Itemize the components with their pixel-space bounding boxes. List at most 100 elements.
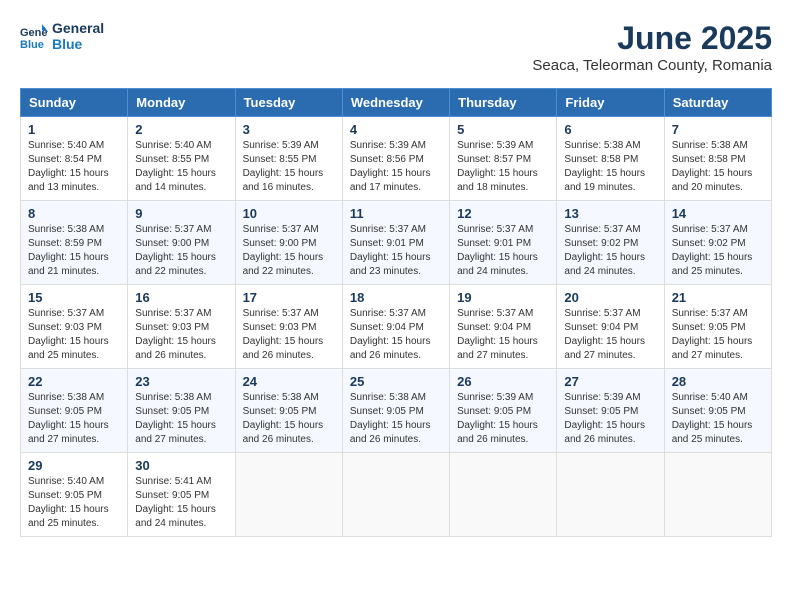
day-number: 10 <box>243 206 335 221</box>
day-cell-2: 2 Sunrise: 5:40 AM Sunset: 8:55 PM Dayli… <box>128 117 235 201</box>
logo-general: General <box>52 20 104 36</box>
weekday-header-row: Sunday Monday Tuesday Wednesday Thursday… <box>21 89 772 117</box>
day-number: 8 <box>28 206 120 221</box>
day-number: 25 <box>350 374 442 389</box>
week-row-5: 29 Sunrise: 5:40 AM Sunset: 9:05 PM Dayl… <box>21 453 772 537</box>
day-cell-3: 3 Sunrise: 5:39 AM Sunset: 8:55 PM Dayli… <box>235 117 342 201</box>
logo-icon: General Blue <box>20 22 48 50</box>
day-cell-12: 12 Sunrise: 5:37 AM Sunset: 9:01 PM Dayl… <box>450 201 557 285</box>
day-number: 12 <box>457 206 549 221</box>
week-row-3: 15 Sunrise: 5:37 AM Sunset: 9:03 PM Dayl… <box>21 285 772 369</box>
day-info: Sunrise: 5:40 AM Sunset: 9:05 PM Dayligh… <box>672 391 764 447</box>
day-info: Sunrise: 5:39 AM Sunset: 8:56 PM Dayligh… <box>350 139 442 195</box>
header-friday: Friday <box>557 89 664 117</box>
day-number: 7 <box>672 122 764 137</box>
day-info: Sunrise: 5:39 AM Sunset: 9:05 PM Dayligh… <box>457 391 549 447</box>
day-info: Sunrise: 5:37 AM Sunset: 9:01 PM Dayligh… <box>350 223 442 279</box>
day-number: 15 <box>28 290 120 305</box>
day-cell-28: 28 Sunrise: 5:40 AM Sunset: 9:05 PM Dayl… <box>664 369 771 453</box>
day-info: Sunrise: 5:39 AM Sunset: 8:57 PM Dayligh… <box>457 139 549 195</box>
day-cell-15: 15 Sunrise: 5:37 AM Sunset: 9:03 PM Dayl… <box>21 285 128 369</box>
day-number: 14 <box>672 206 764 221</box>
day-number: 30 <box>135 458 227 473</box>
day-cell-27: 27 Sunrise: 5:39 AM Sunset: 9:05 PM Dayl… <box>557 369 664 453</box>
month-title: June 2025 <box>532 20 772 57</box>
day-number: 2 <box>135 122 227 137</box>
day-info: Sunrise: 5:38 AM Sunset: 8:58 PM Dayligh… <box>672 139 764 195</box>
day-info: Sunrise: 5:40 AM Sunset: 8:55 PM Dayligh… <box>135 139 227 195</box>
day-number: 29 <box>28 458 120 473</box>
header-sunday: Sunday <box>21 89 128 117</box>
day-cell-7: 7 Sunrise: 5:38 AM Sunset: 8:58 PM Dayli… <box>664 117 771 201</box>
day-number: 22 <box>28 374 120 389</box>
day-number: 21 <box>672 290 764 305</box>
day-number: 16 <box>135 290 227 305</box>
day-cell-19: 19 Sunrise: 5:37 AM Sunset: 9:04 PM Dayl… <box>450 285 557 369</box>
day-number: 11 <box>350 206 442 221</box>
day-info: Sunrise: 5:37 AM Sunset: 9:03 PM Dayligh… <box>243 307 335 363</box>
day-cell-empty <box>450 453 557 537</box>
header-thursday: Thursday <box>450 89 557 117</box>
day-cell-empty <box>235 453 342 537</box>
day-info: Sunrise: 5:37 AM Sunset: 9:04 PM Dayligh… <box>564 307 656 363</box>
day-cell-6: 6 Sunrise: 5:38 AM Sunset: 8:58 PM Dayli… <box>557 117 664 201</box>
header-tuesday: Tuesday <box>235 89 342 117</box>
day-number: 9 <box>135 206 227 221</box>
day-cell-24: 24 Sunrise: 5:38 AM Sunset: 9:05 PM Dayl… <box>235 369 342 453</box>
day-number: 19 <box>457 290 549 305</box>
day-cell-empty <box>557 453 664 537</box>
day-info: Sunrise: 5:40 AM Sunset: 9:05 PM Dayligh… <box>28 475 120 531</box>
svg-text:Blue: Blue <box>20 39 44 50</box>
day-info: Sunrise: 5:38 AM Sunset: 8:59 PM Dayligh… <box>28 223 120 279</box>
day-info: Sunrise: 5:37 AM Sunset: 9:01 PM Dayligh… <box>457 223 549 279</box>
location-title: Seaca, Teleorman County, Romania <box>532 57 772 74</box>
day-cell-22: 22 Sunrise: 5:38 AM Sunset: 9:05 PM Dayl… <box>21 369 128 453</box>
day-info: Sunrise: 5:38 AM Sunset: 9:05 PM Dayligh… <box>243 391 335 447</box>
day-number: 6 <box>564 122 656 137</box>
day-cell-4: 4 Sunrise: 5:39 AM Sunset: 8:56 PM Dayli… <box>342 117 449 201</box>
calendar: Sunday Monday Tuesday Wednesday Thursday… <box>20 88 772 537</box>
day-cell-empty <box>664 453 771 537</box>
day-number: 1 <box>28 122 120 137</box>
day-cell-10: 10 Sunrise: 5:37 AM Sunset: 9:00 PM Dayl… <box>235 201 342 285</box>
day-number: 17 <box>243 290 335 305</box>
day-info: Sunrise: 5:40 AM Sunset: 8:54 PM Dayligh… <box>28 139 120 195</box>
day-cell-25: 25 Sunrise: 5:38 AM Sunset: 9:05 PM Dayl… <box>342 369 449 453</box>
day-cell-23: 23 Sunrise: 5:38 AM Sunset: 9:05 PM Dayl… <box>128 369 235 453</box>
week-row-2: 8 Sunrise: 5:38 AM Sunset: 8:59 PM Dayli… <box>21 201 772 285</box>
day-info: Sunrise: 5:37 AM Sunset: 9:05 PM Dayligh… <box>672 307 764 363</box>
day-number: 26 <box>457 374 549 389</box>
day-cell-empty <box>342 453 449 537</box>
day-number: 28 <box>672 374 764 389</box>
day-cell-18: 18 Sunrise: 5:37 AM Sunset: 9:04 PM Dayl… <box>342 285 449 369</box>
logo-blue: Blue <box>52 36 104 52</box>
day-info: Sunrise: 5:37 AM Sunset: 9:03 PM Dayligh… <box>135 307 227 363</box>
day-info: Sunrise: 5:39 AM Sunset: 9:05 PM Dayligh… <box>564 391 656 447</box>
day-cell-21: 21 Sunrise: 5:37 AM Sunset: 9:05 PM Dayl… <box>664 285 771 369</box>
week-row-4: 22 Sunrise: 5:38 AM Sunset: 9:05 PM Dayl… <box>21 369 772 453</box>
title-section: June 2025 Seaca, Teleorman County, Roman… <box>532 20 772 74</box>
day-info: Sunrise: 5:38 AM Sunset: 9:05 PM Dayligh… <box>28 391 120 447</box>
day-cell-8: 8 Sunrise: 5:38 AM Sunset: 8:59 PM Dayli… <box>21 201 128 285</box>
day-cell-16: 16 Sunrise: 5:37 AM Sunset: 9:03 PM Dayl… <box>128 285 235 369</box>
header-wednesday: Wednesday <box>342 89 449 117</box>
day-cell-29: 29 Sunrise: 5:40 AM Sunset: 9:05 PM Dayl… <box>21 453 128 537</box>
day-info: Sunrise: 5:37 AM Sunset: 9:02 PM Dayligh… <box>564 223 656 279</box>
header-saturday: Saturday <box>664 89 771 117</box>
logo: General Blue General Blue <box>20 20 104 52</box>
day-number: 5 <box>457 122 549 137</box>
day-cell-11: 11 Sunrise: 5:37 AM Sunset: 9:01 PM Dayl… <box>342 201 449 285</box>
day-cell-9: 9 Sunrise: 5:37 AM Sunset: 9:00 PM Dayli… <box>128 201 235 285</box>
day-info: Sunrise: 5:41 AM Sunset: 9:05 PM Dayligh… <box>135 475 227 531</box>
day-info: Sunrise: 5:37 AM Sunset: 9:03 PM Dayligh… <box>28 307 120 363</box>
day-info: Sunrise: 5:37 AM Sunset: 9:02 PM Dayligh… <box>672 223 764 279</box>
day-number: 20 <box>564 290 656 305</box>
day-cell-20: 20 Sunrise: 5:37 AM Sunset: 9:04 PM Dayl… <box>557 285 664 369</box>
day-info: Sunrise: 5:38 AM Sunset: 9:05 PM Dayligh… <box>350 391 442 447</box>
day-info: Sunrise: 5:37 AM Sunset: 9:00 PM Dayligh… <box>135 223 227 279</box>
day-info: Sunrise: 5:39 AM Sunset: 8:55 PM Dayligh… <box>243 139 335 195</box>
day-number: 3 <box>243 122 335 137</box>
day-cell-13: 13 Sunrise: 5:37 AM Sunset: 9:02 PM Dayl… <box>557 201 664 285</box>
week-row-1: 1 Sunrise: 5:40 AM Sunset: 8:54 PM Dayli… <box>21 117 772 201</box>
day-number: 24 <box>243 374 335 389</box>
